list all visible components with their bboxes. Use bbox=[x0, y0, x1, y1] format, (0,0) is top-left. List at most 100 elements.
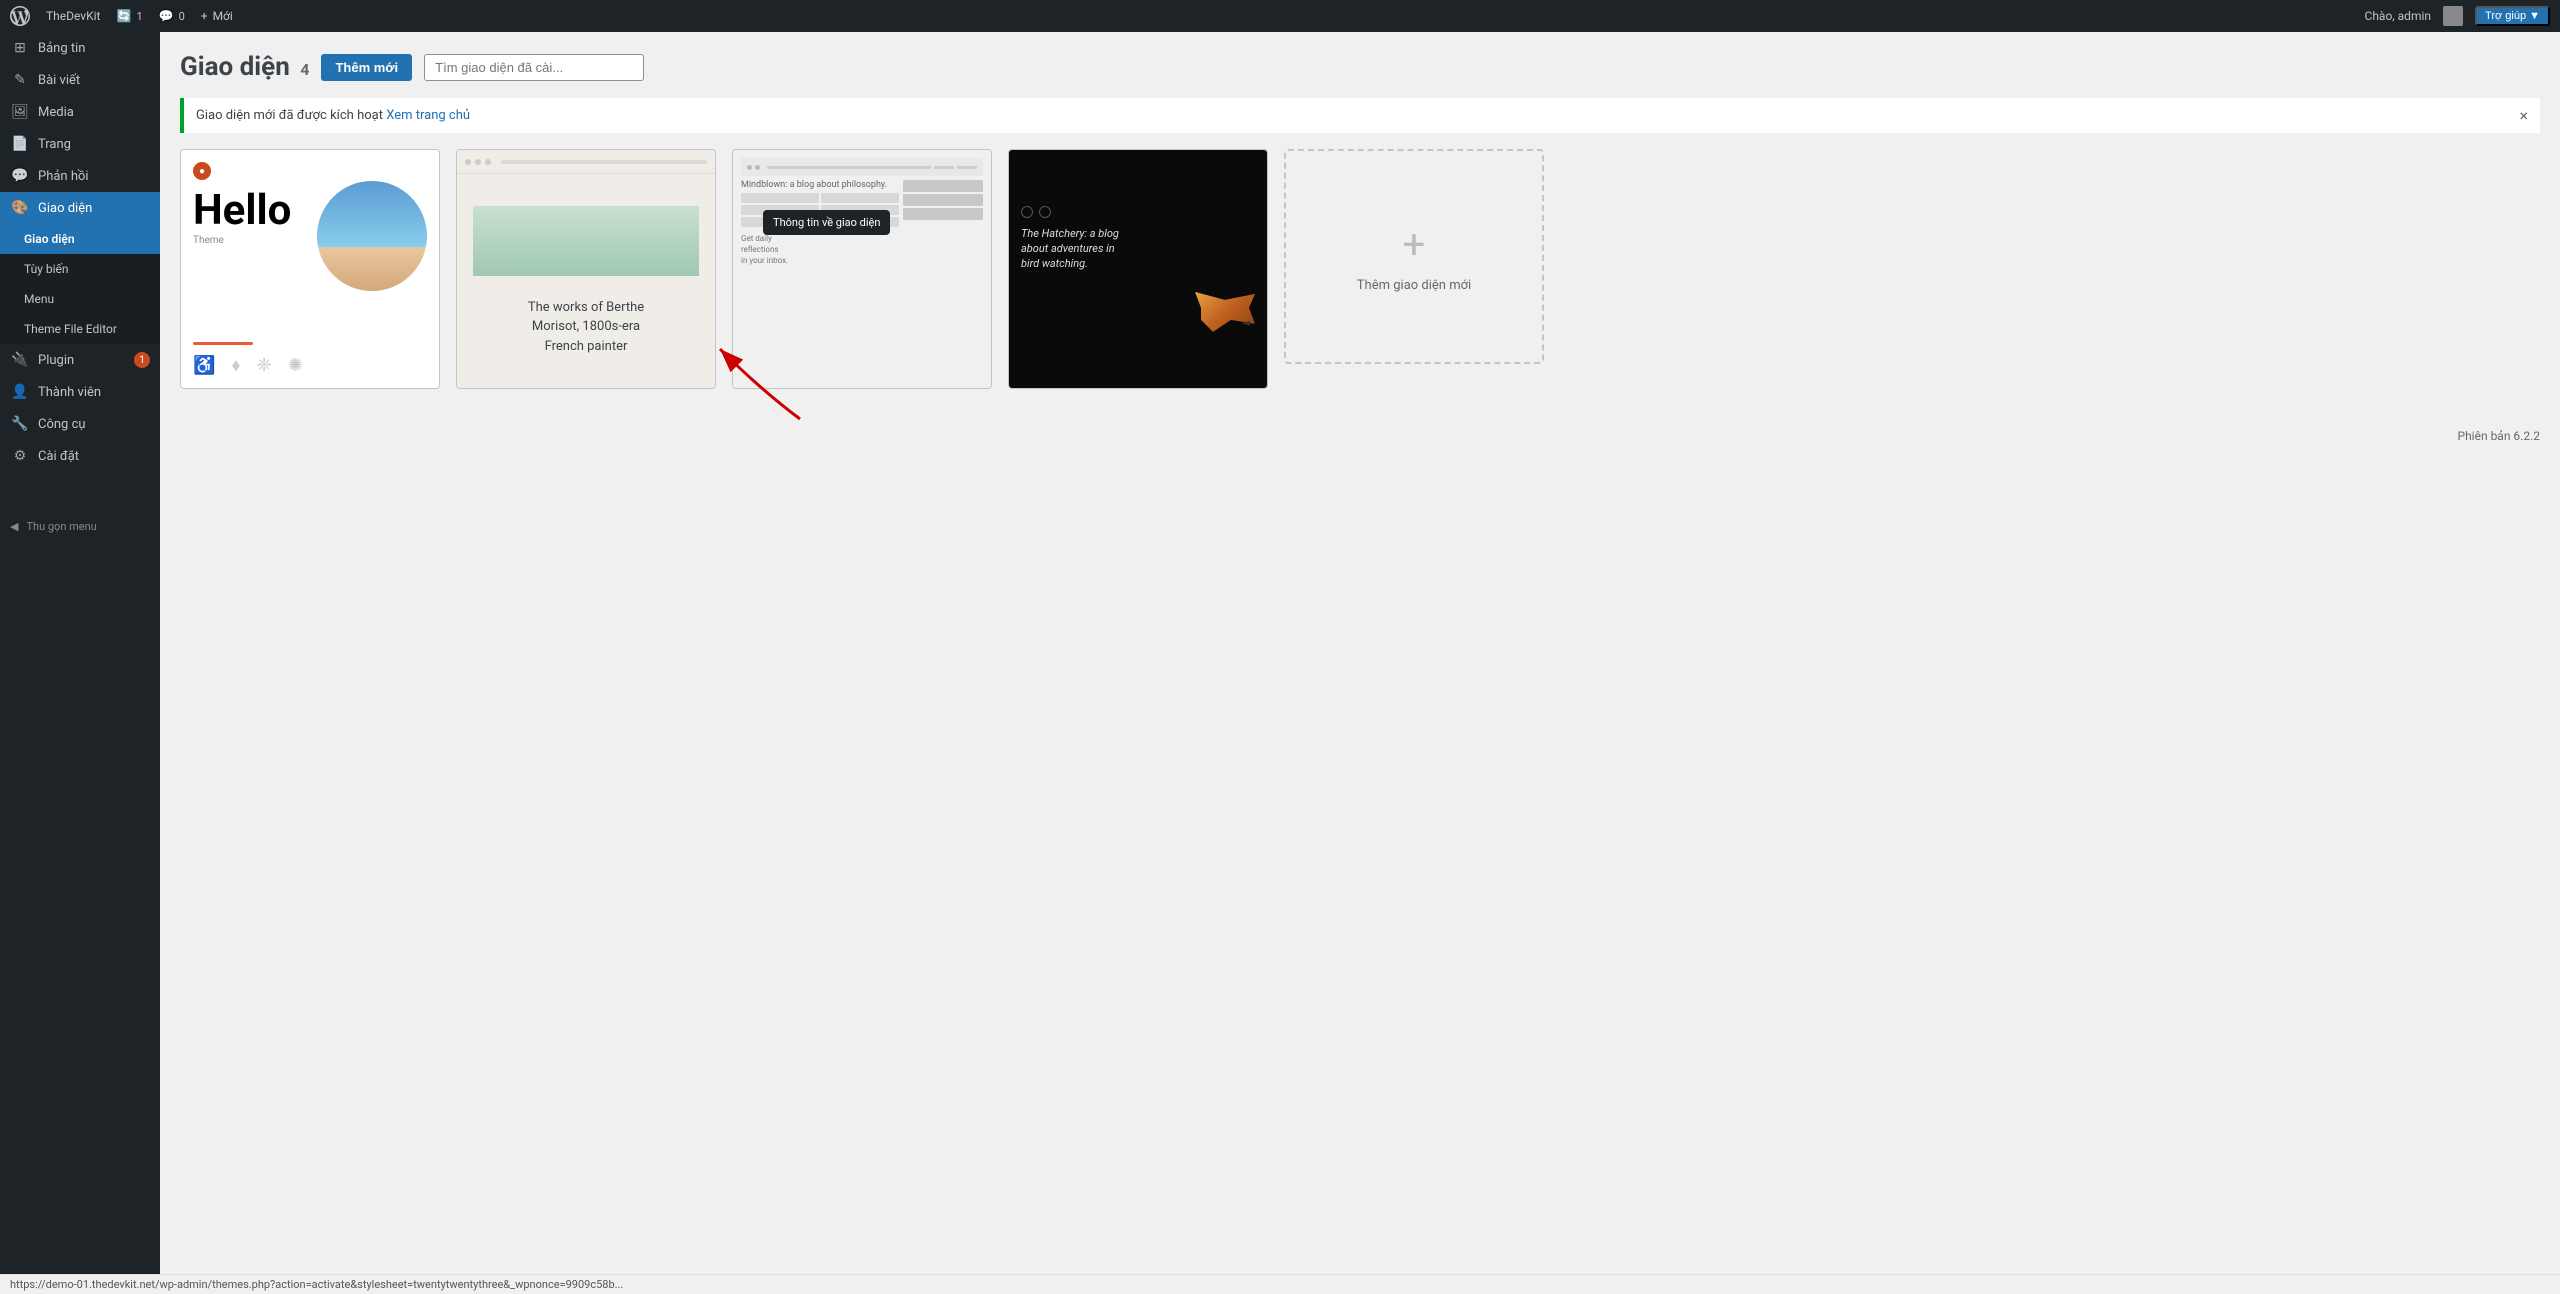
page-title: Giao diện 4 bbox=[180, 52, 309, 82]
sidebar-item-media[interactable]: 🖼 Media bbox=[0, 96, 160, 128]
sidebar-item-tools[interactable]: 🔧 Công cụ bbox=[0, 408, 160, 440]
theme-card-twenty-twenty-two[interactable]: The Hatchery: a blogabout adventures inb… bbox=[1008, 149, 1268, 389]
help-button[interactable]: Trợ giúp ▼ bbox=[2475, 6, 2550, 26]
status-bar: https://demo-01.thedevkit.net/wp-admin/t… bbox=[0, 1274, 2560, 1294]
plugins-badge: 1 bbox=[134, 352, 150, 368]
sidebar-item-appearance[interactable]: 🎨 Giao diện bbox=[0, 192, 160, 224]
theme-editor-sub-label: Theme File Editor bbox=[24, 322, 117, 336]
comment-icon: 💬 bbox=[159, 9, 174, 23]
update-item[interactable]: 🔄 1 bbox=[116, 9, 142, 23]
submenu-themes[interactable]: Giao diện bbox=[0, 224, 160, 254]
hello-big-text: Hello bbox=[193, 186, 291, 235]
sidebar-label-dashboard: Bảng tin bbox=[38, 41, 85, 56]
t22-info-bar: Twenty Twenty-Two bbox=[1009, 388, 1267, 389]
t21-main-text: The works of BertheMorisot, 1800s-eraFre… bbox=[528, 298, 644, 357]
t22-circle-2 bbox=[1039, 206, 1051, 218]
search-input[interactable] bbox=[424, 54, 644, 81]
sidebar-label-media: Media bbox=[38, 105, 74, 120]
page-header: Giao diện 4 Thêm mới bbox=[180, 52, 2540, 82]
t21-thumb: The works of BertheMorisot, 1800s-eraFre… bbox=[457, 150, 715, 388]
t22-logo bbox=[1021, 206, 1255, 218]
hello-active-bar: Đang kích hoạt: Hello Eleme... Tùy biến bbox=[181, 388, 439, 389]
dashboard-icon: ⊞ bbox=[10, 40, 30, 56]
notice-banner: Giao diện mới đã được kích hoạt Xem tran… bbox=[180, 98, 2540, 133]
collapse-menu-item[interactable]: ◀ Thu gọn menu bbox=[0, 512, 160, 541]
settings-icon: ⚙ bbox=[10, 448, 30, 464]
sidebar-label-tools: Công cụ bbox=[38, 417, 86, 432]
sidebar-label-comments: Phản hồi bbox=[38, 169, 89, 184]
t21-info-bar: Twenty Twenty-One bbox=[457, 388, 715, 389]
customize-sub-label: Tùy biến bbox=[24, 262, 69, 276]
t21-header-bar bbox=[457, 150, 715, 174]
posts-icon: ✎ bbox=[10, 72, 30, 88]
sidebar-label-pages: Trang bbox=[38, 137, 71, 152]
hello-sub-text: Theme bbox=[193, 235, 291, 246]
version-text: Phiên bản 6.2.2 bbox=[2458, 429, 2541, 443]
main-content: Giao diện 4 Thêm mới Giao diện mới đã đư… bbox=[160, 32, 2560, 1294]
sidebar-item-users[interactable]: 👤 Thành viên bbox=[0, 376, 160, 408]
sidebar-label-settings: Cài đặt bbox=[38, 449, 79, 464]
sidebar-item-dashboard[interactable]: ⊞ Bảng tin bbox=[0, 32, 160, 64]
page-footer: Phiên bản 6.2.2 bbox=[180, 429, 2540, 444]
theme-card-hello-elementor[interactable]: ● Hello Theme bbox=[180, 149, 440, 389]
update-icon: 🔄 bbox=[116, 9, 131, 23]
sidebar-item-pages[interactable]: 📄 Trang bbox=[0, 128, 160, 160]
themes-area: ● Hello Theme bbox=[180, 149, 2540, 389]
media-icon: 🖼 bbox=[10, 104, 30, 120]
sidebar-label-appearance: Giao diện bbox=[38, 201, 92, 216]
comment-item[interactable]: 💬 0 bbox=[159, 9, 185, 23]
avatar[interactable] bbox=[2443, 6, 2463, 26]
plugins-icon: 🔌 bbox=[10, 352, 30, 368]
sidebar-item-settings[interactable]: ⚙ Cài đặt bbox=[0, 440, 160, 472]
add-plus-icon: + bbox=[1403, 221, 1426, 268]
users-icon: 👤 bbox=[10, 384, 30, 400]
greeting-text: Chào, admin bbox=[2365, 9, 2432, 23]
add-theme-card[interactable]: + Thêm giao diện mới bbox=[1284, 149, 1544, 364]
sidebar-item-comments[interactable]: 💬 Phản hồi bbox=[0, 160, 160, 192]
t23-mini-header bbox=[741, 158, 983, 176]
notice-close-button[interactable]: × bbox=[2519, 106, 2528, 125]
comment-count: 0 bbox=[179, 10, 185, 23]
themes-grid: ● Hello Theme bbox=[180, 149, 2540, 389]
submenu-theme-editor[interactable]: Theme File Editor bbox=[0, 314, 160, 344]
admin-bar-left: TheDevKit 🔄 1 💬 0 + Mới bbox=[10, 6, 233, 26]
hello-badge: ● bbox=[193, 162, 211, 180]
update-count: 1 bbox=[136, 10, 142, 23]
themes-sub-label: Giao diện bbox=[24, 232, 75, 246]
admin-bar: TheDevKit 🔄 1 💬 0 + Mới Chào, admin Trợ … bbox=[0, 0, 2560, 32]
t23-thumb: Mindblown: a blog about philosophy. bbox=[733, 150, 991, 388]
site-name-item[interactable]: TheDevKit bbox=[46, 9, 100, 23]
theme-card-twenty-twenty-one[interactable]: The works of BertheMorisot, 1800s-eraFre… bbox=[456, 149, 716, 389]
add-new-button[interactable]: Thêm mới bbox=[321, 54, 412, 81]
tools-icon: 🔧 bbox=[10, 416, 30, 432]
submenu-menu[interactable]: Menu bbox=[0, 284, 160, 314]
sidebar-item-posts[interactable]: ✎ Bài viết bbox=[0, 64, 160, 96]
sidebar-label-plugins: Plugin bbox=[38, 353, 74, 368]
hello-theme-thumb: ● Hello Theme bbox=[181, 150, 439, 388]
pages-icon: 📄 bbox=[10, 136, 30, 152]
t22-circle-1 bbox=[1021, 206, 1033, 218]
admin-bar-right: Chào, admin Trợ giúp ▼ bbox=[2365, 6, 2550, 26]
new-label: Mới bbox=[213, 9, 233, 23]
wp-wrapper: ⊞ Bảng tin ✎ Bài viết 🖼 Media 📄 Trang 💬 … bbox=[0, 32, 2560, 1294]
t22-tagline: The Hatchery: a blogabout adventures inb… bbox=[1021, 226, 1255, 272]
collapse-label: Thu gọn menu bbox=[26, 520, 96, 533]
t23-tooltip: Thông tin về giao diện bbox=[763, 210, 890, 235]
sidebar-label-users: Thành viên bbox=[38, 385, 101, 400]
sidebar: ⊞ Bảng tin ✎ Bài viết 🖼 Media 📄 Trang 💬 … bbox=[0, 32, 160, 1294]
site-name-label: TheDevKit bbox=[46, 9, 100, 23]
theme-count: 4 bbox=[300, 60, 309, 79]
notice-link[interactable]: Xem trang chủ bbox=[386, 108, 470, 123]
new-item[interactable]: + Mới bbox=[201, 9, 233, 23]
sidebar-item-plugins[interactable]: 🔌 Plugin 1 bbox=[0, 344, 160, 376]
submenu-customize[interactable]: Tùy biến bbox=[0, 254, 160, 284]
notice-text: Giao diện mới đã được kích hoạt Xem tran… bbox=[196, 108, 470, 123]
theme-card-twenty-twenty-three[interactable]: Mindblown: a blog about philosophy. bbox=[732, 149, 992, 389]
t22-thumb: The Hatchery: a blogabout adventures inb… bbox=[1009, 150, 1267, 388]
status-url: https://demo-01.thedevkit.net/wp-admin/t… bbox=[10, 1278, 623, 1291]
wp-logo-icon bbox=[10, 6, 30, 26]
add-theme-label: Thêm giao diện mới bbox=[1357, 278, 1471, 293]
t23-info-bar: Twenty Twenty-Three Kích hoạt bbox=[733, 388, 991, 389]
comments-icon: 💬 bbox=[10, 168, 30, 184]
wp-logo-item[interactable] bbox=[10, 6, 30, 26]
